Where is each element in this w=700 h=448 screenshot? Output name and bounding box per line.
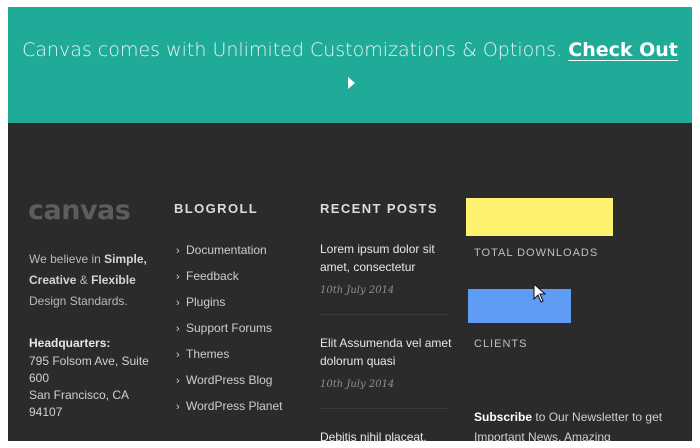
hq-address-line-3: San Francisco, CA	[29, 388, 130, 402]
blogroll-item-feedback[interactable]: › Feedback	[176, 269, 239, 283]
chevron-right-icon: ›	[176, 349, 180, 361]
blogroll-heading: BLOGROLL	[174, 201, 259, 216]
check-out-link[interactable]: Check Out	[568, 39, 678, 61]
recent-post-date-2: 10th July 2014	[320, 379, 395, 390]
brand-tagline: We believe in Simple, Creative & Flexibl…	[29, 252, 147, 308]
post-divider	[320, 314, 448, 315]
total-downloads-label: TOTAL DOWNLOADS	[474, 247, 599, 259]
banner-text: Canvas comes with Unlimited Customizatio…	[22, 39, 563, 61]
chevron-right-icon: ›	[176, 375, 180, 387]
blogroll-item-themes[interactable]: › Themes	[176, 347, 229, 361]
recent-post-title-1[interactable]: Lorem ipsum dolor sit amet, consectetur	[320, 240, 455, 276]
blogroll-item-documentation[interactable]: › Documentation	[176, 243, 267, 257]
page-frame: Canvas comes with Unlimited Customizatio…	[8, 7, 692, 441]
chevron-right-icon: ›	[176, 297, 180, 309]
play-icon[interactable]	[348, 77, 355, 89]
recent-post-title-2[interactable]: Elit Assumenda vel amet dolorum quasi	[320, 334, 455, 370]
promo-banner: Canvas comes with Unlimited Customizatio…	[8, 7, 692, 123]
clients-bar	[468, 289, 571, 323]
total-downloads-bar	[466, 198, 613, 236]
recent-posts-heading: RECENT POSTS	[320, 201, 438, 216]
banner-text-line: Canvas comes with Unlimited Customizatio…	[8, 39, 692, 61]
chevron-right-icon: ›	[176, 323, 180, 335]
chevron-right-icon: ›	[176, 271, 180, 283]
clients-label: CLIENTS	[474, 338, 528, 350]
site-footer: canvas We believe in Simple, Creative & …	[8, 123, 692, 441]
blogroll-item-wordpress-blog[interactable]: › WordPress Blog	[176, 373, 272, 387]
blogroll-item-support-forums[interactable]: › Support Forums	[176, 321, 272, 335]
headquarters-title: Headquarters:	[29, 336, 111, 350]
hq-address-line-2: 600	[29, 371, 50, 385]
recent-post-date-1: 10th July 2014	[320, 285, 395, 296]
chevron-right-icon: ›	[176, 245, 180, 257]
hq-address-line-1: 795 Folsom Ave, Suite	[29, 354, 149, 368]
mouse-cursor-icon	[533, 283, 547, 303]
newsletter-text: Subscribe to Our Newsletter to get Impor…	[474, 410, 663, 441]
subscribe-link[interactable]: Subscribe	[474, 410, 532, 424]
blogroll-item-wordpress-planet[interactable]: › WordPress Planet	[176, 399, 283, 413]
chevron-right-icon: ›	[176, 401, 180, 413]
canvas-logo[interactable]: canvas	[28, 195, 131, 226]
recent-post-title-3[interactable]: Debitis nihil placeat,	[320, 428, 455, 441]
hq-address-line-4: 94107	[29, 405, 63, 419]
blogroll-item-plugins[interactable]: › Plugins	[176, 295, 225, 309]
post-divider	[320, 408, 448, 409]
